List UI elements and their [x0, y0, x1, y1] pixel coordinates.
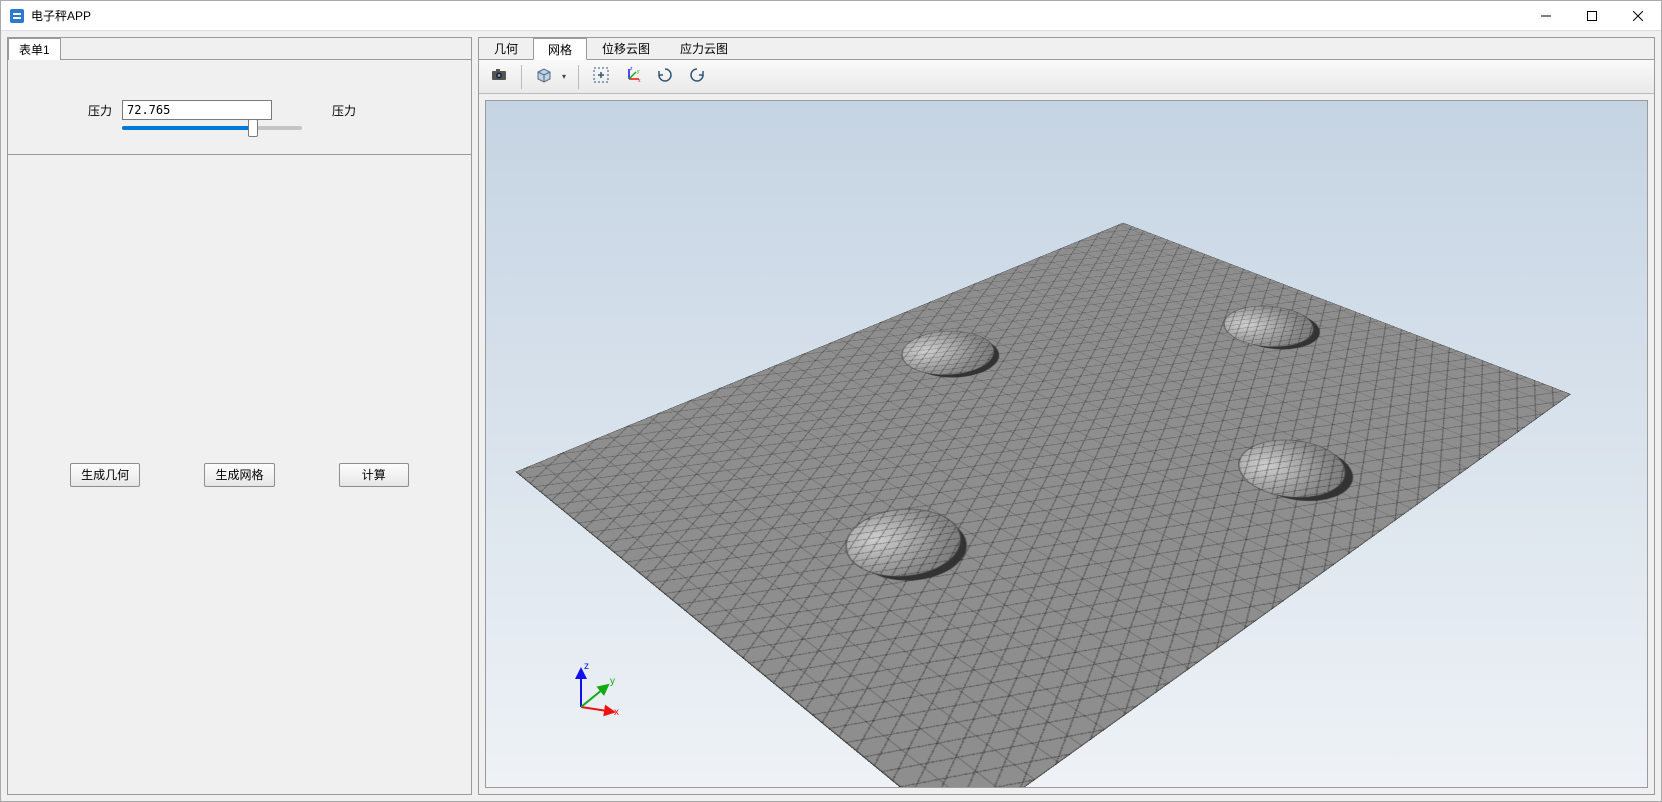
- pressure-input[interactable]: [122, 100, 272, 120]
- zoom-extents-button[interactable]: [587, 63, 615, 91]
- tab-displacement[interactable]: 位移云图: [587, 37, 665, 59]
- chevron-down-icon: ▾: [562, 72, 566, 81]
- tab-label: 网格: [548, 41, 572, 58]
- right-panel: 几何 网格 位移云图 应力云图 ▾: [478, 37, 1655, 795]
- axis-triad: z y x: [566, 657, 626, 717]
- button-label: 生成几何: [81, 466, 129, 483]
- left-tabs: 表单1: [8, 38, 471, 60]
- right-tabs: 几何 网格 位移云图 应力云图: [479, 38, 1654, 60]
- tab-geometry[interactable]: 几何: [479, 37, 533, 59]
- view-cube-button[interactable]: [530, 63, 558, 91]
- axis-y-label: y: [610, 676, 615, 687]
- left-tab-label: 表单1: [19, 41, 50, 58]
- camera-icon: [490, 66, 508, 87]
- mesh-plate: [515, 223, 1571, 788]
- mesh-boss: [883, 323, 1011, 384]
- axis-x-label: x: [614, 707, 619, 717]
- axes-icon: yzx: [624, 66, 642, 87]
- viewport-toolbar: ▾ yzx: [479, 60, 1654, 94]
- slider-thumb[interactable]: [248, 119, 258, 137]
- pressure-row: 压力 压力: [32, 100, 447, 120]
- pressure-slider[interactable]: [122, 126, 302, 130]
- left-panel: 表单1 压力 压力 生成几何: [7, 37, 472, 795]
- tab-label: 几何: [494, 40, 518, 57]
- left-tab-form1[interactable]: 表单1: [8, 38, 61, 60]
- window-maximize-button[interactable]: [1569, 1, 1615, 31]
- window-close-button[interactable]: [1615, 1, 1661, 31]
- cube-icon: [535, 66, 553, 87]
- svg-text:y: y: [637, 69, 640, 75]
- mesh-boss: [823, 497, 983, 591]
- window-title: 电子秤APP: [31, 7, 91, 24]
- app-logo-icon: [9, 8, 25, 24]
- window-minimize-button[interactable]: [1523, 1, 1569, 31]
- rotate-cw-button[interactable]: [683, 63, 711, 91]
- mesh-viewport[interactable]: z y x: [485, 100, 1648, 788]
- mesh-boss: [1206, 298, 1330, 355]
- tab-label: 应力云图: [680, 40, 728, 57]
- pressure-extra-label: 压力: [332, 102, 356, 119]
- app-window: 电子秤APP 表单1 压力 压力: [0, 0, 1662, 802]
- button-label: 生成网格: [215, 466, 263, 483]
- content-body: 表单1 压力 压力 生成几何: [1, 31, 1661, 801]
- rotate-ccw-button[interactable]: [651, 63, 679, 91]
- axis-z-label: z: [584, 661, 589, 672]
- form-area: 压力 压力: [8, 60, 471, 155]
- svg-text:x: x: [638, 78, 641, 84]
- tab-stress[interactable]: 应力云图: [665, 37, 743, 59]
- tab-label: 位移云图: [602, 40, 650, 57]
- axes-toggle-button[interactable]: yzx: [619, 63, 647, 91]
- svg-text:z: z: [630, 66, 633, 72]
- button-label: 计算: [362, 466, 386, 483]
- rotate-ccw-icon: [656, 66, 674, 87]
- view-cube-dropdown[interactable]: ▾: [558, 72, 570, 81]
- titlebar: 电子秤APP: [1, 1, 1661, 31]
- tab-mesh[interactable]: 网格: [533, 38, 587, 60]
- generate-mesh-button[interactable]: 生成网格: [204, 463, 274, 487]
- zoom-extents-icon: [592, 66, 610, 87]
- compute-button[interactable]: 计算: [339, 463, 409, 487]
- rotate-cw-icon: [688, 66, 706, 87]
- pressure-label: 压力: [32, 102, 112, 119]
- action-buttons: 生成几何 生成网格 计算: [8, 155, 471, 794]
- mesh-boss: [1218, 429, 1365, 509]
- generate-geometry-button[interactable]: 生成几何: [70, 463, 140, 487]
- snapshot-button[interactable]: [485, 63, 513, 91]
